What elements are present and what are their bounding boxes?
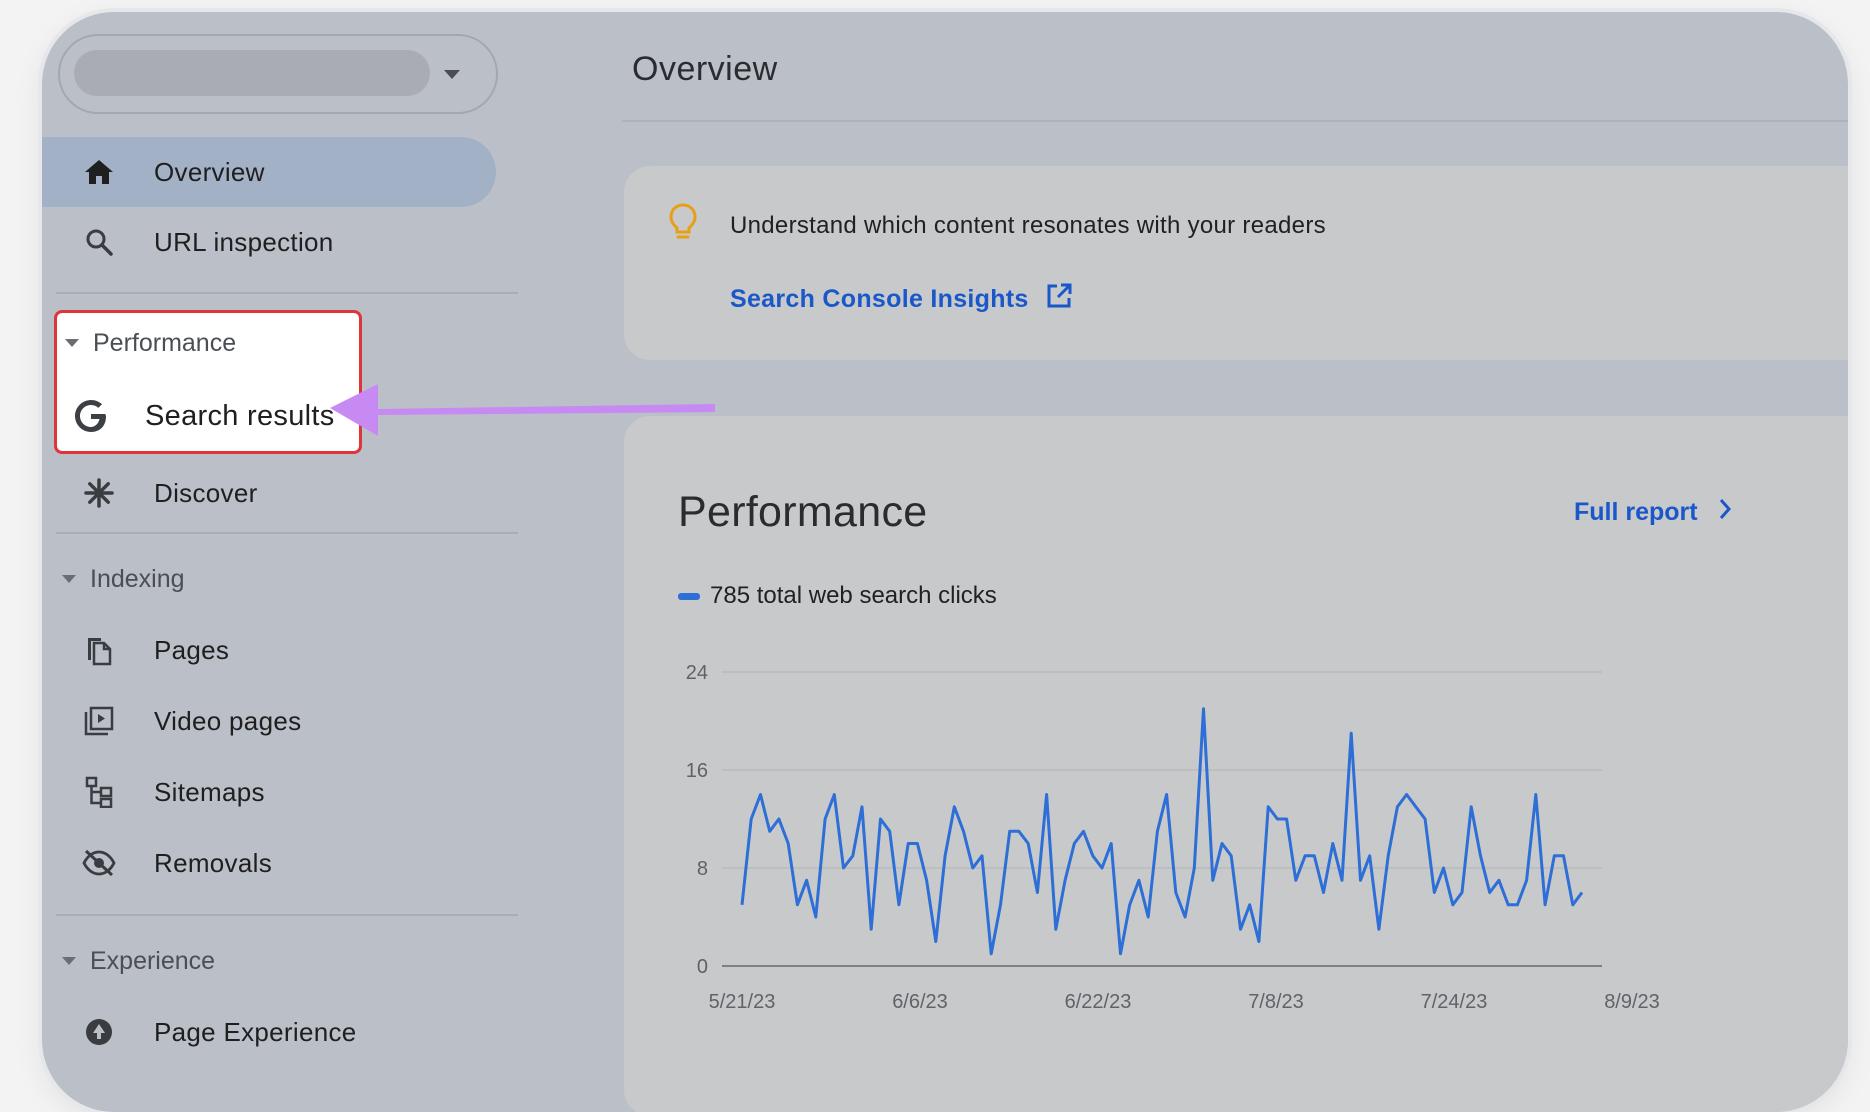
x-tick-label: 8/9/23 (1604, 991, 1660, 1013)
divider (56, 914, 518, 916)
annotation-arrow-icon (330, 384, 715, 436)
sidebar: Overview URL inspection Performance Sear… (42, 12, 632, 1112)
chevron-right-icon (1718, 498, 1732, 527)
page-title: Overview (632, 50, 778, 88)
x-tick-label: 5/21/23 (709, 991, 776, 1013)
external-link-icon (1045, 282, 1073, 317)
highlight-box: Performance Search results (54, 310, 362, 454)
section-label: Experience (90, 946, 216, 975)
search-console-insights-link[interactable]: Search Console Insights (730, 282, 1073, 317)
sidebar-item-label: Search results (145, 399, 335, 432)
sitemaps-icon (76, 769, 122, 815)
section-performance[interactable]: Performance (65, 323, 236, 363)
sidebar-item-discover[interactable]: Discover (42, 458, 258, 528)
section-label: Performance (93, 328, 237, 357)
sidebar-item-pages[interactable]: Pages (42, 615, 229, 685)
sidebar-item-label: Overview (154, 156, 265, 187)
sidebar-item-page-experience[interactable]: Page Experience (42, 997, 357, 1067)
legend-swatch (678, 592, 700, 600)
property-name-redacted (74, 50, 430, 96)
section-indexing[interactable]: Indexing (62, 559, 185, 599)
x-tick-label: 7/24/23 (1421, 991, 1488, 1013)
removals-icon (76, 840, 122, 886)
chart-legend[interactable]: 785 total web search clicks (678, 582, 997, 610)
page-experience-icon (76, 1009, 122, 1055)
legend-label: 785 total web search clicks (710, 582, 997, 609)
sidebar-item-overview[interactable]: Overview (42, 137, 496, 207)
section-label: Indexing (90, 564, 185, 593)
collapse-triangle-icon (65, 339, 79, 347)
lightbulb-icon (668, 202, 698, 247)
series-line-clicks (740, 707, 1584, 956)
divider (622, 120, 1848, 122)
sidebar-item-label: Removals (154, 847, 272, 878)
insight-text: Understand which content resonates with … (730, 212, 1326, 239)
sidebar-item-url-inspection[interactable]: URL inspection (42, 207, 334, 277)
app-window: Overview URL inspection Performance Sear… (42, 12, 1848, 1112)
section-experience[interactable]: Experience (62, 941, 215, 981)
caret-down-icon[interactable] (444, 70, 460, 79)
clicks-line-chart: 0 8 16 24 5/21/23 6/6/23 6/22/23 7/8/23 7/24/23 8… (686, 662, 1660, 1013)
property-selector[interactable] (58, 34, 498, 114)
google-g-icon (71, 396, 111, 436)
y-tick-label: 8 (697, 858, 708, 880)
y-tick-label: 0 (697, 956, 708, 978)
sidebar-item-label: Video pages (154, 705, 302, 736)
sidebar-item-label: Pages (154, 634, 230, 665)
sidebar-item-video-pages[interactable]: Video pages (42, 686, 301, 756)
home-icon (76, 149, 122, 195)
sidebar-item-label: Discover (154, 477, 258, 508)
video-pages-icon (76, 698, 122, 744)
x-tick-label: 6/6/23 (892, 991, 948, 1013)
performance-card: Performance Full report 785 total web se… (624, 416, 1848, 1112)
sidebar-item-removals[interactable]: Removals (42, 828, 272, 898)
pages-icon (76, 627, 122, 673)
y-tick-label: 24 (686, 662, 708, 684)
sidebar-item-label: URL inspection (154, 226, 334, 257)
asterisk-icon (76, 470, 122, 516)
sidebar-item-label: Sitemaps (154, 776, 265, 807)
performance-title: Performance (678, 488, 928, 536)
search-icon (76, 219, 122, 265)
sidebar-item-label: Page Experience (154, 1016, 357, 1047)
x-tick-label: 7/8/23 (1248, 991, 1304, 1013)
sidebar-item-search-results[interactable]: Search results (57, 385, 335, 447)
insight-card: Understand which content resonates with … (624, 166, 1848, 360)
collapse-triangle-icon (62, 957, 76, 965)
divider (56, 292, 518, 294)
y-tick-label: 16 (686, 760, 708, 782)
x-tick-label: 6/22/23 (1065, 991, 1132, 1013)
link-label: Search Console Insights (730, 285, 1029, 313)
divider (56, 532, 518, 534)
link-label: Full report (1574, 498, 1698, 526)
main-content: Overview Understand which content resona… (622, 12, 1848, 1112)
full-report-link[interactable]: Full report (1574, 498, 1732, 527)
sidebar-item-sitemaps[interactable]: Sitemaps (42, 757, 265, 827)
collapse-triangle-icon (62, 575, 76, 583)
